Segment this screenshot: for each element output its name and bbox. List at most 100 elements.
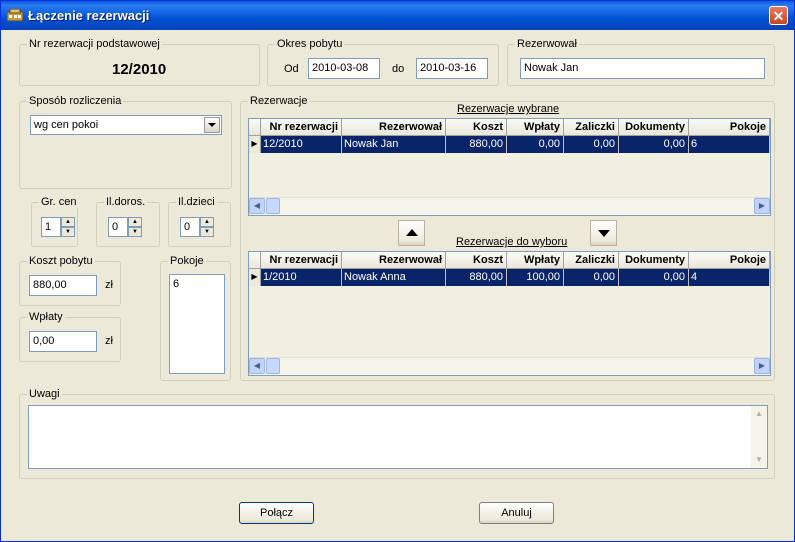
row-pointer-icon: ▶ — [249, 136, 261, 153]
pokoje-list[interactable]: 6 — [169, 274, 225, 374]
column-header[interactable]: Dokumenty — [619, 252, 689, 269]
table-cell[interactable]: Nowak Jan — [342, 136, 446, 153]
table-cell[interactable]: 0,00 — [507, 136, 564, 153]
table-row[interactable]: ▶ 12/2010 Nowak Jan 880,00 0,00 0,00 0,0… — [249, 136, 770, 153]
il-doros-value[interactable]: 0 — [108, 217, 128, 237]
table-cell[interactable]: 0,00 — [619, 136, 689, 153]
horizontal-scrollbar[interactable]: ◀ ▶ — [249, 357, 770, 375]
app-icon — [7, 9, 23, 21]
wplaty-field[interactable]: 0,00 — [29, 331, 97, 352]
column-header[interactable]: Nr rezerwacji — [261, 119, 342, 136]
scroll-left-icon[interactable]: ◀ — [249, 358, 265, 374]
column-header[interactable]: Dokumenty — [619, 119, 689, 136]
spin-up-icon[interactable]: ▲ — [128, 217, 142, 227]
spin-up-icon[interactable]: ▲ — [200, 217, 214, 227]
group-il-doros: Il.doros. 0 ▲ ▼ — [96, 196, 160, 247]
table-cell[interactable]: 6 — [689, 136, 770, 153]
grid-header: Nr rezerwacji Rezerwował Koszt Wpłaty Za… — [249, 119, 770, 136]
column-header[interactable]: Wpłaty — [507, 119, 564, 136]
grid-rezerwacje-do-wyboru[interactable]: Nr rezerwacji Rezerwował Koszt Wpłaty Za… — [248, 251, 771, 376]
column-header[interactable]: Rezerwował — [342, 252, 446, 269]
scroll-left-icon[interactable]: ◀ — [249, 198, 265, 214]
spin-up-icon[interactable]: ▲ — [61, 217, 75, 227]
table-cell[interactable]: 0,00 — [564, 269, 619, 286]
scroll-up-icon[interactable]: ▲ — [751, 406, 767, 422]
row-indicator-header — [249, 119, 261, 136]
pokoje-list-item[interactable]: 6 — [173, 278, 179, 290]
scroll-right-icon[interactable]: ▶ — [754, 198, 770, 214]
gr-cen-spinner[interactable]: 1 ▲ ▼ — [41, 217, 75, 237]
koszt-pobytu-label: Koszt pobytu — [27, 255, 95, 267]
table-cell[interactable]: 880,00 — [446, 136, 507, 153]
column-header[interactable]: Zaliczki — [564, 119, 619, 136]
okres-pobytu-label: Okres pobytu — [275, 38, 345, 50]
wplaty-unit: zł — [105, 335, 113, 347]
wplaty-label: Wpłaty — [27, 311, 65, 323]
dialog-window: Łączenie rezerwacji ✕ Nr rezerwacji pods… — [0, 0, 795, 542]
anuluj-button[interactable]: Anuluj — [479, 502, 554, 524]
spin-down-icon[interactable]: ▼ — [128, 227, 142, 237]
column-header[interactable]: Nr rezerwacji — [261, 252, 342, 269]
uwagi-textarea[interactable] — [28, 405, 768, 469]
title-bar[interactable]: Łączenie rezerwacji ✕ — [1, 1, 794, 30]
group-gr-cen: Gr. cen 1 ▲ ▼ — [31, 196, 79, 247]
group-rezerwacje: Rezerwacje Rezerwacje wybrane Nr rezerwa… — [240, 95, 775, 381]
group-rezerwowal: Rezerwował Nowak Jan — [507, 38, 775, 86]
column-header[interactable]: Zaliczki — [564, 252, 619, 269]
column-header[interactable]: Koszt — [446, 119, 507, 136]
scroll-thumb[interactable] — [266, 358, 280, 374]
column-header[interactable]: Wpłaty — [507, 252, 564, 269]
grid-rezerwacje-wybrane[interactable]: Nr rezerwacji Rezerwował Koszt Wpłaty Za… — [248, 118, 771, 216]
table-cell[interactable]: 880,00 — [446, 269, 507, 286]
scroll-down-icon[interactable]: ▼ — [751, 452, 767, 468]
close-button[interactable]: ✕ — [769, 6, 788, 25]
rezerwacje-label: Rezerwacje — [248, 95, 310, 107]
column-header[interactable]: Pokoje — [689, 119, 770, 136]
il-doros-label: Il.doros. — [104, 196, 148, 208]
il-dzieci-label: Il.dzieci — [176, 196, 217, 208]
table-cell[interactable]: 0,00 — [619, 269, 689, 286]
od-date-field[interactable]: 2010-03-08 — [308, 58, 380, 79]
il-doros-spinner[interactable]: 0 ▲ ▼ — [108, 217, 142, 237]
spin-down-icon[interactable]: ▼ — [61, 227, 75, 237]
move-down-button[interactable] — [590, 220, 617, 246]
group-il-dzieci: Il.dzieci 0 ▲ ▼ — [168, 196, 231, 247]
column-header[interactable]: Pokoje — [689, 252, 770, 269]
group-okres-pobytu: Okres pobytu Od 2010-03-08 do 2010-03-16 — [267, 38, 499, 86]
il-dzieci-value[interactable]: 0 — [180, 217, 200, 237]
gr-cen-value[interactable]: 1 — [41, 217, 61, 237]
nr-rezerwacji-label: Nr rezerwacji podstawowej — [27, 38, 162, 50]
od-label: Od — [284, 63, 299, 75]
do-label: do — [392, 63, 405, 75]
table-cell[interactable]: 1/2010 — [261, 269, 342, 286]
vertical-scrollbar[interactable]: ▲ ▼ — [751, 406, 767, 468]
spin-down-icon[interactable]: ▼ — [200, 227, 214, 237]
nr-rezerwacji-value: 12/2010 — [112, 61, 167, 78]
uwagi-label: Uwagi — [27, 388, 62, 400]
koszt-pobytu-field[interactable]: 880,00 — [29, 275, 97, 296]
do-date-field[interactable]: 2010-03-16 — [416, 58, 488, 79]
table-cell[interactable]: 0,00 — [564, 136, 619, 153]
table-row[interactable]: ▶ 1/2010 Nowak Anna 880,00 100,00 0,00 0… — [249, 269, 770, 286]
table-cell[interactable]: 4 — [689, 269, 770, 286]
column-header[interactable]: Koszt — [446, 252, 507, 269]
table-cell[interactable]: Nowak Anna — [342, 269, 446, 286]
rezerwacje-do-wyboru-label: Rezerwacje do wyboru — [456, 236, 568, 248]
table-cell[interactable]: 12/2010 — [261, 136, 342, 153]
row-indicator-header — [249, 252, 261, 269]
polacz-button[interactable]: Połącz — [239, 502, 314, 524]
dropdown-arrow-icon[interactable] — [204, 117, 220, 133]
group-wplaty: Wpłaty 0,00 zł — [19, 311, 121, 362]
rezerwowal-field[interactable]: Nowak Jan — [520, 58, 765, 79]
scroll-right-icon[interactable]: ▶ — [754, 358, 770, 374]
move-up-button[interactable] — [398, 220, 425, 246]
table-cell[interactable]: 100,00 — [507, 269, 564, 286]
scroll-thumb[interactable] — [266, 198, 280, 214]
sposob-rozliczenia-select[interactable]: wg cen pokoi — [30, 115, 222, 135]
horizontal-scrollbar[interactable]: ◀ ▶ — [249, 197, 770, 215]
column-header[interactable]: Rezerwował — [342, 119, 446, 136]
group-uwagi: Uwagi ▲ ▼ — [19, 388, 775, 479]
group-nr-rezerwacji: Nr rezerwacji podstawowej 12/2010 — [19, 38, 260, 86]
rezerwacje-wybrane-label: Rezerwacje wybrane — [457, 103, 560, 115]
il-dzieci-spinner[interactable]: 0 ▲ ▼ — [180, 217, 214, 237]
